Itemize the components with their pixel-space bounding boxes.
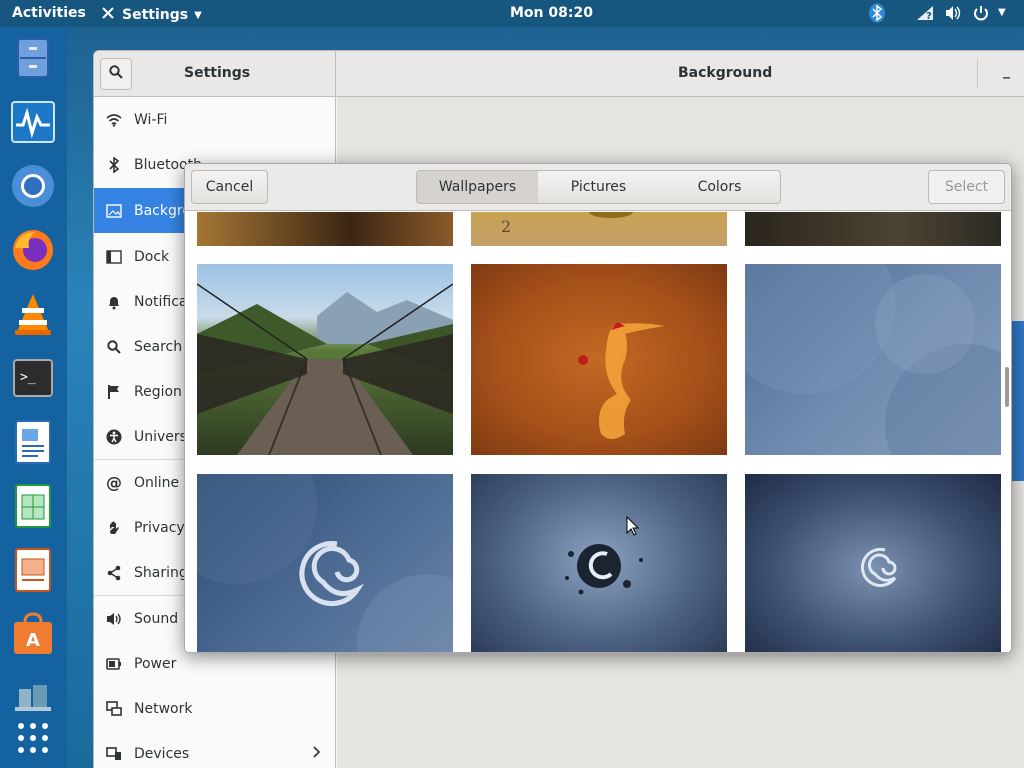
vlc-icon[interactable]	[11, 291, 55, 337]
settings-tools-icon	[100, 5, 116, 25]
wallpaper-thumbnail[interactable]	[197, 264, 453, 455]
at-icon: @	[106, 473, 122, 492]
svg-text:>_: >_	[20, 370, 36, 385]
flag-icon	[94, 384, 134, 400]
dialog-header: Cancel Wallpapers Pictures Colors Select	[185, 164, 1011, 211]
activities-button[interactable]: Activities	[12, 5, 86, 21]
power-icon	[94, 657, 134, 671]
top-bar: Activities Settings ▼ Mon 08:20 ? ▼	[0, 0, 1024, 27]
background-icon	[94, 203, 134, 218]
wallpaper-grid: 2	[185, 212, 1011, 652]
search-button[interactable]	[100, 58, 132, 90]
clock[interactable]: Mon 08:20	[510, 5, 593, 21]
wallpaper-thumbnail[interactable]	[471, 474, 727, 652]
volume-icon[interactable]	[944, 5, 962, 25]
firefox-icon[interactable]	[11, 227, 55, 273]
sidebar-item-wifi[interactable]: Wi-Fi	[94, 97, 335, 142]
speaker-icon	[94, 612, 134, 626]
current-background-preview	[1012, 321, 1024, 481]
dock: >_ A	[0, 27, 67, 768]
mouse-pointer-icon	[626, 515, 640, 540]
bell-icon	[94, 294, 134, 310]
app-menu[interactable]: Settings ▼	[100, 5, 202, 25]
svg-text:?: ?	[926, 11, 932, 21]
dock-icon	[94, 249, 134, 264]
wallpaper-thumbnail[interactable]	[745, 474, 1001, 652]
sidebar-item-network[interactable]: Network	[94, 686, 335, 731]
svg-text:A: A	[26, 630, 40, 651]
wallpaper-thumbnail[interactable]	[745, 264, 1001, 455]
system-menu-chevron-icon[interactable]: ▼	[998, 7, 1006, 18]
wallpaper-thumbnail[interactable]	[471, 264, 727, 455]
wallpaper-thumbnail[interactable]	[197, 212, 453, 246]
wallpaper-thumbnail[interactable]	[197, 474, 453, 652]
impress-icon[interactable]	[11, 547, 55, 593]
bluetooth-icon	[94, 156, 134, 173]
software-store-icon[interactable]: A	[11, 611, 55, 657]
window-title: Settings	[184, 65, 251, 81]
select-button[interactable]: Select	[928, 170, 1005, 204]
wifi-icon	[94, 113, 134, 127]
app-menu-label: Settings	[122, 7, 189, 23]
wallpaper-thumbnail[interactable]	[745, 212, 1001, 246]
bluetooth-status-icon[interactable]	[868, 3, 886, 27]
accessibility-icon	[94, 429, 134, 445]
share-icon	[94, 565, 134, 581]
power-menu-icon[interactable]	[972, 5, 990, 25]
cancel-button[interactable]: Cancel	[191, 170, 268, 204]
writer-icon[interactable]	[11, 419, 55, 465]
sidebar-item-devices[interactable]: Devices	[94, 731, 335, 768]
tab-pictures[interactable]: Pictures	[538, 170, 660, 204]
chevron-right-icon	[313, 745, 321, 762]
panel-title: Background	[678, 65, 773, 81]
minimize-button[interactable]: _	[1003, 63, 1010, 79]
file-cabinet-icon[interactable]	[11, 35, 55, 81]
terminal-icon[interactable]: >_	[11, 355, 55, 401]
network-icon	[94, 700, 134, 717]
hand-icon	[94, 520, 134, 536]
network-status-icon[interactable]: ?	[916, 5, 934, 25]
app-grid-icon[interactable]	[11, 715, 55, 761]
sidebar-header: Settings	[94, 51, 336, 97]
header-divider	[977, 59, 978, 89]
panel-header: Background _	[336, 51, 1024, 97]
system-monitor-icon[interactable]	[11, 99, 55, 145]
tab-colors[interactable]: Colors	[659, 170, 781, 204]
wallpaper-thumbnail[interactable]: 2	[471, 212, 727, 246]
chevron-down-icon: ▼	[194, 9, 202, 21]
search-icon	[109, 65, 123, 83]
search-icon	[94, 339, 134, 354]
tab-wallpapers[interactable]: Wallpapers	[416, 170, 539, 204]
devices-icon	[94, 746, 134, 761]
svg-text:2: 2	[501, 217, 511, 236]
chromium-icon[interactable]	[11, 163, 55, 209]
dialog-scrollbar[interactable]	[1005, 367, 1009, 407]
wallpaper-chooser-dialog: Cancel Wallpapers Pictures Colors Select…	[184, 163, 1012, 653]
calc-icon[interactable]	[11, 483, 55, 529]
